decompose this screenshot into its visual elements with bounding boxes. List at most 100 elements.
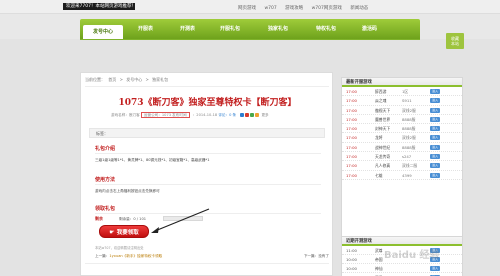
enter-button[interactable]: 进入 xyxy=(430,154,440,160)
server-row[interactable]: 17:00 魔兽世界 8888服 进入 xyxy=(342,115,462,125)
test-game[interactable]: 武尊 xyxy=(375,248,383,254)
share-icons xyxy=(240,113,260,117)
share-icon[interactable] xyxy=(245,113,250,117)
enter-button[interactable]: 进入 xyxy=(430,89,440,94)
test-game[interactable]: 帝国 xyxy=(375,257,383,263)
server-name: 8888服 xyxy=(402,126,416,132)
article-title: 1073《断刀客》独家至尊特权卡【断刀客】 xyxy=(118,98,297,108)
server-game[interactable]: 焱之魂 xyxy=(375,98,401,104)
nav-item-activation[interactable]: 激活码 xyxy=(362,19,377,39)
server-time: 17:00 xyxy=(346,116,357,122)
breadcrumb: 当前位置： 首页 > 发号中心 > 独家礼包 xyxy=(85,77,169,82)
article-panel: 当前位置： 首页 > 发号中心 > 独家礼包 1073《断刀客》独家至尊特权卡【… xyxy=(80,72,333,276)
next-article-link[interactable]: 没有了 xyxy=(318,254,329,258)
latest-servers-panel: 最新开服游戏 17:00 醉西游 1区 进入 17:00 焱之魂 S911 进入 17:00 傲视… xyxy=(341,77,463,242)
nav-item-kaifu[interactable]: 开服表 xyxy=(138,19,153,39)
divider xyxy=(85,86,329,87)
main-nav: 发号中心 开服表 开测表 开服礼包 独家礼包 特权礼包 激活码 xyxy=(80,19,420,40)
footnote: 本站w707，欢迎转载请注明出处 xyxy=(95,246,144,250)
server-game[interactable]: 战神世纪 xyxy=(375,145,401,151)
nav-item-kaice[interactable]: 开测表 xyxy=(180,19,195,39)
server-game[interactable]: 傲视天下 xyxy=(375,108,401,114)
enter-button[interactable]: 进入 xyxy=(430,135,440,141)
test-time: 10:00 xyxy=(346,266,357,271)
nav-item-kaifu-gift[interactable]: 开服礼包 xyxy=(220,19,240,39)
claim-heading: 领取礼包 xyxy=(95,206,116,212)
top-bar: 欢迎来7707！本站网页游戏推荐！ 网页游戏 w707 游戏攻略 w707网页游… xyxy=(0,0,500,14)
tag-label: 标签： xyxy=(96,131,108,136)
server-row[interactable]: 17:00 七雄 4399 进入 xyxy=(342,171,462,180)
server-game[interactable]: 凡人修真 xyxy=(375,163,401,169)
favorite-button[interactable]: 收藏 本站 xyxy=(446,33,464,49)
breadcrumb-current[interactable]: 独家礼包 xyxy=(152,77,168,82)
server-time: 17:00 xyxy=(346,89,357,94)
top-link[interactable]: 网页游戏 xyxy=(238,6,256,11)
test-row[interactable]: 10:00 神仙 进入 xyxy=(342,264,462,273)
server-name: 1区 xyxy=(402,89,409,94)
enter-button[interactable]: 进入 xyxy=(430,144,440,150)
server-game[interactable]: 龙将 xyxy=(375,135,401,141)
server-row[interactable]: 17:00 傲视天下 双线2服 进入 xyxy=(342,106,462,115)
breadcrumb-home[interactable]: 首页 xyxy=(108,77,116,82)
server-row[interactable]: 17:00 战神世纪 8888服 进入 xyxy=(342,143,462,153)
enter-button[interactable]: 进入 xyxy=(430,266,440,271)
server-game[interactable]: 封神天下 xyxy=(375,126,401,132)
server-name: 双线2服 xyxy=(402,107,416,113)
server-row[interactable]: 17:00 醉西游 1区 进入 xyxy=(342,87,462,97)
server-name: 4399 xyxy=(402,172,412,178)
test-game[interactable]: 神仙 xyxy=(375,266,383,272)
meta-views[interactable]: 评论：0 条 xyxy=(218,113,236,117)
server-row[interactable]: 17:00 龙将 双线2服 进入 xyxy=(342,133,462,143)
nav-item-fahao[interactable]: 发号中心 xyxy=(83,25,123,39)
baidu-watermark: Baidu 经验 xyxy=(384,250,440,261)
nav-item-exclusive-gift[interactable]: 独家礼包 xyxy=(268,19,288,39)
top-link[interactable]: w707 xyxy=(264,6,276,11)
server-row[interactable]: 17:00 焱之魂 S911 进入 xyxy=(342,96,462,106)
server-time: 17:00 xyxy=(346,126,357,132)
nav-item-privilege-gift[interactable]: 特权礼包 xyxy=(316,19,336,39)
top-links: 网页游戏 w707 游戏攻略 w707网页游戏 新闻动态 xyxy=(238,5,375,11)
header: 发号中心 开服表 开测表 开服礼包 独家礼包 特权礼包 激活码 收藏 本站 xyxy=(0,14,500,49)
enter-button[interactable]: 进入 xyxy=(430,107,440,113)
usage-heading: 使用方法 xyxy=(95,177,116,183)
divider xyxy=(95,213,321,214)
share-icon[interactable] xyxy=(250,113,255,117)
server-name: s247 xyxy=(402,154,412,160)
claim-button[interactable]: ☛ 我要领取 xyxy=(99,225,149,238)
enter-button[interactable]: 进入 xyxy=(430,116,440,122)
meta-more-link[interactable]: 更多 xyxy=(261,113,268,117)
top-link[interactable]: 游戏攻略 xyxy=(285,6,303,11)
server-game[interactable]: 醉西游 xyxy=(375,89,401,95)
server-time: 17:00 xyxy=(346,107,357,113)
top-notice: 欢迎来7707！本站网页游戏推荐！ xyxy=(63,3,135,10)
enter-button[interactable]: 进入 xyxy=(430,126,440,132)
server-time: 17:00 xyxy=(346,98,357,104)
server-name: 8888服 xyxy=(402,144,416,150)
server-row[interactable]: 17:00 封神天下 8888服 进入 xyxy=(342,124,462,134)
meta-game-name: 游戏名称：断刀客 xyxy=(111,113,140,117)
server-game[interactable]: 天龙传奇 xyxy=(375,154,401,160)
server-row[interactable]: 17:00 天龙传奇 s247 进入 xyxy=(342,152,462,162)
divider xyxy=(95,153,321,154)
enter-button[interactable]: 进入 xyxy=(430,172,440,178)
meta-date: ：2014-10-18 xyxy=(192,113,218,117)
share-icon[interactable] xyxy=(240,113,245,117)
top-link[interactable]: w707网页游戏 xyxy=(312,6,342,11)
nav-underline xyxy=(80,39,420,40)
share-icon[interactable] xyxy=(255,113,260,117)
divider xyxy=(85,263,329,264)
gift-intro-text: 三级1级1级等1*1、黄灵牌*1、80铜元钱*1、初级宝箱*1、高级武器*1 xyxy=(95,158,210,162)
top-link[interactable]: 新闻动态 xyxy=(350,6,368,11)
breadcrumb-fahao[interactable]: 发号中心 xyxy=(126,77,142,82)
server-name: 双线2服 xyxy=(402,135,416,141)
server-game[interactable]: 七雄 xyxy=(375,173,401,179)
server-time: 17:00 xyxy=(346,163,357,169)
prev-article-link[interactable]: 1yxuan《新手》独家特权卡领取 xyxy=(109,254,162,258)
remaining-progress xyxy=(163,216,203,221)
server-row[interactable]: 17:00 凡人修真 双线二服 进入 xyxy=(342,161,462,171)
enter-button[interactable]: 进入 xyxy=(430,163,440,169)
hand-pointer-icon: ☛ xyxy=(109,229,115,236)
server-game[interactable]: 魔兽世界 xyxy=(375,117,401,123)
enter-button[interactable]: 进入 xyxy=(430,98,440,104)
server-time: 17:00 xyxy=(346,172,357,178)
